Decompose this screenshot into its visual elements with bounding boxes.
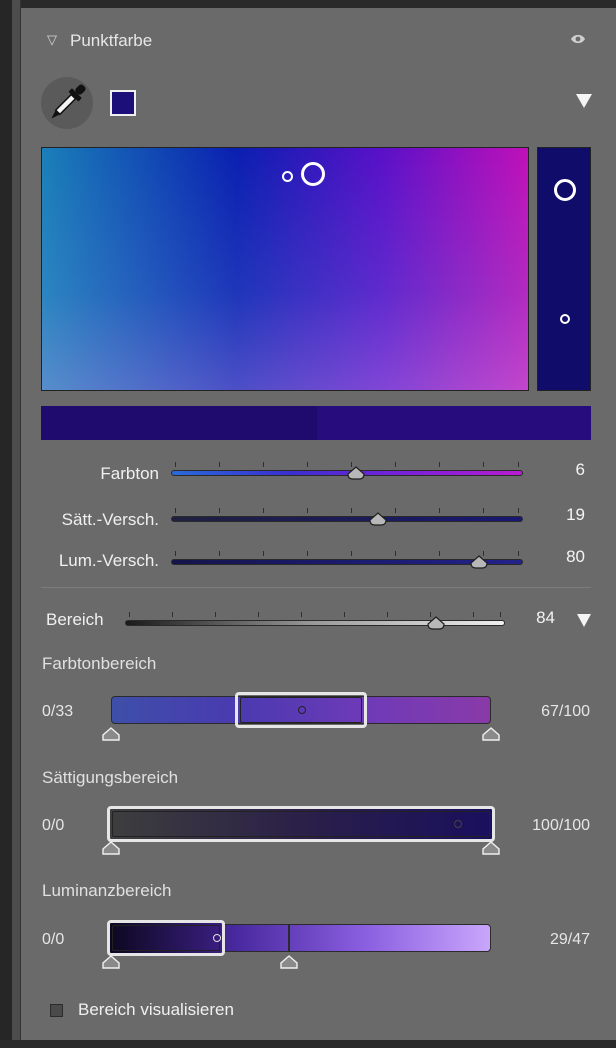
saturation-shift-value[interactable]: 19 (535, 505, 585, 525)
saturation-shift-track[interactable] (171, 516, 523, 522)
luminance-range-selection-inner (112, 925, 220, 951)
saturation-range-right-value: 100/100 (532, 817, 590, 834)
visualize-range-checkbox[interactable] (50, 1004, 63, 1017)
hue-range-right-value: 67/100 (541, 703, 590, 720)
hue-range-right-handle[interactable] (482, 727, 500, 741)
hue-range-selection[interactable] (235, 692, 367, 728)
eyedropper-icon (51, 84, 86, 119)
hue-slider-thumb[interactable] (347, 466, 365, 480)
selected-color-swatch[interactable] (110, 90, 136, 116)
luminance-range-left-value: 0/0 (42, 931, 65, 948)
hue-range-left-value: 0/33 (42, 703, 74, 720)
window-top-edge (0, 0, 616, 8)
saturation-shift-thumb[interactable] (369, 512, 387, 526)
saturation-range-left-handle[interactable] (102, 841, 120, 855)
luminance-range-right-handle[interactable] (280, 955, 298, 969)
luminance-target-marker[interactable] (554, 179, 576, 201)
range-slider-track[interactable] (125, 620, 505, 626)
luminance-shift-value[interactable]: 80 (535, 547, 585, 567)
color-field-shading (42, 148, 528, 390)
visualize-range-label[interactable]: Bereich visualisieren (78, 1000, 234, 1020)
color-field[interactable] (41, 147, 529, 391)
original-color (41, 406, 317, 440)
triangle-down-icon[interactable] (576, 94, 592, 108)
window-bottom-edge (0, 1040, 616, 1048)
eye-icon[interactable] (570, 33, 586, 45)
color-compare-strip (41, 406, 591, 440)
luminance-range-title: Luminanzbereich (42, 881, 172, 900)
sample-point-marker[interactable] (282, 171, 293, 182)
panel-title[interactable]: Punktfarbe (70, 31, 152, 51)
saturation-shift-label: Sätt.-Versch. (61, 510, 159, 529)
hue-slider-value[interactable]: 6 (535, 460, 585, 480)
luminance-range-center-marker[interactable] (213, 934, 221, 942)
luminance-bar[interactable] (537, 147, 591, 391)
luminance-range-divider (288, 924, 290, 952)
saturation-range-title: Sättigungsbereich (42, 768, 179, 787)
luminance-sample-marker[interactable] (560, 314, 570, 324)
hue-slider-label: Farbton (100, 464, 159, 483)
range-slider-label: Bereich (46, 610, 104, 629)
luminance-range-selection[interactable] (107, 920, 225, 956)
eyedropper-button[interactable] (41, 77, 93, 129)
hue-range-left-handle[interactable] (102, 727, 120, 741)
section-divider (41, 587, 591, 588)
luminance-shift-thumb[interactable] (470, 555, 488, 569)
range-expand-icon[interactable] (577, 614, 591, 627)
target-color-marker[interactable] (301, 162, 325, 186)
hue-range-center-marker[interactable] (298, 706, 306, 714)
saturation-range-center-marker[interactable] (454, 820, 462, 828)
saturation-range-selection[interactable] (107, 806, 495, 842)
saturation-range-left-value: 0/0 (42, 817, 65, 834)
hue-range-title: Farbtonbereich (42, 654, 157, 673)
window-left-edge (0, 0, 12, 1048)
adjusted-color (317, 406, 591, 440)
collapse-triangle-icon[interactable]: ▽ (47, 33, 57, 46)
range-slider-value[interactable]: 84 (505, 608, 555, 628)
luminance-range-right-value: 29/47 (549, 931, 590, 948)
luminance-shift-label: Lum.-Versch. (58, 551, 159, 570)
saturation-range-selection-inner (112, 811, 490, 837)
luminance-range-left-handle[interactable] (102, 955, 120, 969)
saturation-range-right-handle[interactable] (482, 841, 500, 855)
range-slider-thumb[interactable] (427, 616, 445, 630)
